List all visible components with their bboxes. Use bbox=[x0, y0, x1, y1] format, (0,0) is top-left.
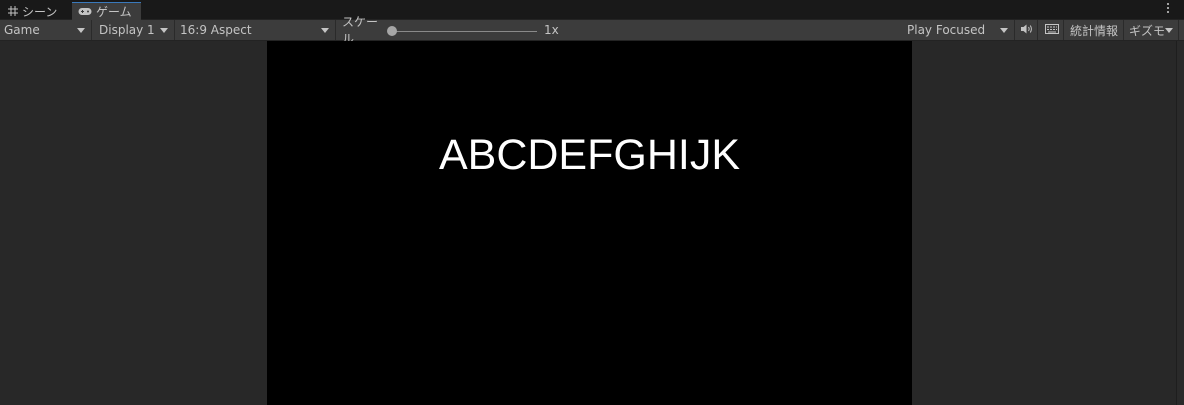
chevron-down-icon bbox=[160, 27, 168, 33]
tab-game-label: ゲーム bbox=[96, 5, 132, 19]
grid-icon bbox=[8, 6, 18, 16]
mute-audio-button[interactable] bbox=[1016, 20, 1038, 40]
speaker-icon bbox=[1020, 23, 1033, 37]
gamepad-icon bbox=[78, 7, 92, 16]
gizmos-dropdown[interactable]: ギズモ bbox=[1125, 20, 1179, 40]
play-mode-dropdown[interactable]: Play Focused bbox=[903, 20, 1015, 40]
aspect-dropdown[interactable]: 16:9 Aspect bbox=[176, 20, 336, 40]
chevron-down-icon bbox=[1000, 27, 1008, 33]
scale-slider-handle[interactable] bbox=[387, 26, 397, 36]
game-text: ABCDEFGHIJK bbox=[438, 131, 741, 179]
chevron-down-icon bbox=[1165, 27, 1174, 33]
keyboard-shortcuts-button[interactable] bbox=[1040, 20, 1064, 40]
display-label: Display 1 bbox=[99, 23, 155, 37]
stats-button[interactable]: 統計情報 bbox=[1066, 20, 1124, 40]
scale-value: 1x bbox=[544, 23, 559, 37]
play-mode-label: Play Focused bbox=[907, 23, 986, 37]
gizmos-label: ギズモ bbox=[1129, 23, 1166, 38]
tab-game[interactable]: ゲーム bbox=[72, 2, 141, 20]
window-tab-bar: シーン ゲーム bbox=[0, 0, 1184, 20]
view-mode-dropdown[interactable]: Game bbox=[0, 20, 92, 40]
game-view-toolbar: Game Display 1 16:9 Aspect スケール 1x Play … bbox=[0, 15, 1184, 46]
display-dropdown[interactable]: Display 1 bbox=[95, 20, 175, 40]
more-options-icon[interactable] bbox=[1166, 3, 1170, 15]
chevron-down-icon bbox=[321, 27, 329, 33]
tab-scene[interactable]: シーン bbox=[2, 2, 68, 20]
scale-label: スケール bbox=[342, 15, 379, 46]
view-mode-label: Game bbox=[4, 23, 40, 37]
aspect-label: 16:9 Aspect bbox=[180, 23, 252, 37]
chevron-down-icon bbox=[77, 27, 85, 33]
scale-slider-track[interactable] bbox=[392, 31, 537, 32]
tab-scene-label: シーン bbox=[22, 4, 58, 19]
game-viewport[interactable]: ABCDEFGHIJK bbox=[267, 41, 912, 405]
vertical-scrollbar[interactable] bbox=[1176, 41, 1184, 405]
keyboard-icon bbox=[1044, 23, 1059, 37]
